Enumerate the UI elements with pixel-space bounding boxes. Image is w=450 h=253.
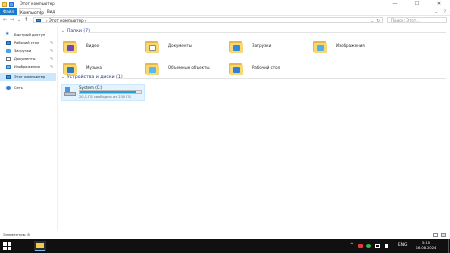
navigation-pane: ★ Быстрый доступ Рабочий стол ✎ Загрузки… bbox=[0, 28, 56, 228]
help-button[interactable]: ? bbox=[444, 9, 446, 14]
sidebar-item-downloads[interactable]: Загрузки ✎ bbox=[0, 47, 56, 55]
sidebar-item-label: Документы bbox=[14, 57, 36, 61]
3d-objects-folder-icon bbox=[144, 60, 162, 76]
sidebar-item-label: Изображения bbox=[14, 65, 40, 69]
volume-tray-icon[interactable] bbox=[385, 244, 390, 248]
folder-label: Документы bbox=[168, 43, 192, 48]
drive-usage-bar bbox=[79, 90, 142, 94]
network-icon bbox=[6, 86, 11, 90]
pictures-folder-icon bbox=[312, 38, 330, 54]
sidebar-item-quick-access[interactable]: ★ Быстрый доступ bbox=[0, 31, 56, 39]
address-bar-row: ← → ⌄ ↑ › Этот компьютер › ⌄ ↻ Поиск: Эт… bbox=[0, 16, 450, 24]
window-title: Этот компьютер bbox=[20, 1, 55, 6]
group-header-folders[interactable]: ⌄ Папки (7) bbox=[61, 28, 90, 35]
network-tray-icon[interactable] bbox=[375, 244, 380, 248]
up-button[interactable]: ↑ bbox=[24, 16, 28, 24]
videos-folder-icon bbox=[62, 38, 80, 54]
green-app-tray-icon[interactable] bbox=[366, 244, 371, 248]
sidebar-item-label: Сеть bbox=[14, 86, 23, 90]
tiles-view-icon[interactable] bbox=[441, 233, 446, 237]
folder-item-pictures[interactable]: Изображения bbox=[312, 36, 392, 58]
taskbar: ^ ENG 5:10 16.08.2024 bbox=[0, 239, 450, 253]
ribbon-expand-icon[interactable]: ⌄ bbox=[435, 9, 438, 14]
drive-usage-fill bbox=[80, 91, 136, 93]
chevron-down-icon: ⌄ bbox=[61, 29, 65, 34]
folder-label: Видео bbox=[86, 43, 100, 48]
content-pane: ⌄ Папки (7) Видео Документы Загрузки Изоб… bbox=[58, 26, 450, 231]
pin-icon: ✎ bbox=[50, 56, 54, 61]
pin-icon: ✎ bbox=[50, 40, 54, 45]
details-view-icon[interactable] bbox=[433, 233, 438, 237]
explorer-icon[interactable] bbox=[34, 241, 46, 251]
folder-label: Музыка bbox=[86, 65, 102, 70]
computer-icon bbox=[6, 75, 11, 79]
forward-button[interactable]: → bbox=[10, 16, 14, 24]
windows-start-icon[interactable] bbox=[3, 242, 11, 250]
sidebar-item-label: Быстрый доступ bbox=[14, 33, 46, 37]
folder-item-desktop[interactable]: Рабочий стол bbox=[228, 58, 308, 80]
address-path: › Этот компьютер › bbox=[46, 18, 87, 23]
tray-overflow-button[interactable]: ^ bbox=[350, 239, 354, 253]
folder-label: Изображения bbox=[336, 43, 365, 48]
documents-icon bbox=[6, 57, 11, 61]
group-header-devices[interactable]: ⌄ Устройства и диски (1) bbox=[61, 74, 123, 81]
item-count: Элементов: 8 bbox=[3, 232, 30, 237]
taskbar-clock[interactable]: 5:10 16.08.2024 bbox=[412, 241, 440, 251]
tab-computer[interactable]: Компьютер bbox=[19, 8, 44, 15]
star-icon: ★ bbox=[5, 31, 10, 37]
desktop-icon bbox=[6, 41, 11, 45]
maximize-button[interactable]: ☐ bbox=[406, 0, 428, 8]
chevron-down-icon: ⌄ bbox=[61, 75, 65, 80]
sidebar-item-this-pc[interactable]: Этот компьютер bbox=[0, 73, 56, 81]
address-path-box[interactable]: › Этот компьютер › ⌄ ↻ bbox=[33, 17, 383, 23]
tab-view[interactable]: Вид bbox=[44, 8, 58, 15]
folder-item-3d-objects[interactable]: Объемные объекты bbox=[144, 58, 224, 80]
folder-label: Загрузки bbox=[252, 43, 272, 48]
red-app-tray-icon[interactable] bbox=[358, 244, 363, 248]
pin-icon: ✎ bbox=[50, 48, 54, 53]
quick-access-toolbar bbox=[2, 1, 14, 7]
sidebar-item-label: Рабочий стол bbox=[14, 41, 40, 45]
sidebar-item-network[interactable]: Сеть bbox=[0, 84, 56, 92]
pictures-icon bbox=[6, 65, 11, 69]
documents-folder-icon bbox=[144, 38, 162, 54]
address-dropdown-button[interactable]: ⌄ bbox=[371, 18, 374, 23]
folder-item-videos[interactable]: Видео bbox=[62, 36, 142, 58]
drive-item-c[interactable]: System (C:) 20,1 ГБ свободно из 230 ГБ bbox=[61, 84, 145, 101]
sidebar-item-label: Загрузки bbox=[14, 49, 32, 53]
group-divider bbox=[88, 32, 446, 33]
quick-access-folder-icon[interactable] bbox=[2, 1, 7, 7]
tab-file[interactable]: Файл bbox=[0, 8, 17, 15]
search-input[interactable]: Поиск: Этот... bbox=[387, 17, 447, 23]
ribbon: Файл Компьютер Вид ⌄ ? bbox=[0, 8, 450, 16]
quick-access-properties-icon[interactable] bbox=[9, 1, 14, 7]
group-divider bbox=[116, 78, 446, 79]
folder-label: Объемные объекты bbox=[168, 65, 210, 70]
folder-item-documents[interactable]: Документы bbox=[144, 36, 224, 58]
sidebar-item-documents[interactable]: Документы ✎ bbox=[0, 55, 56, 63]
downloads-folder-icon bbox=[228, 38, 246, 54]
sidebar-item-label: Этот компьютер bbox=[14, 75, 46, 79]
desktop-folder-icon bbox=[228, 60, 246, 76]
pin-icon: ✎ bbox=[50, 64, 54, 69]
title-bar: Этот компьютер — ☐ ✕ bbox=[0, 0, 450, 8]
downloads-icon bbox=[6, 49, 11, 53]
folder-label: Рабочий стол bbox=[252, 65, 281, 70]
status-bar: Элементов: 8 bbox=[0, 231, 450, 239]
language-indicator[interactable]: ENG bbox=[398, 239, 407, 253]
recent-locations-button[interactable]: ⌄ bbox=[17, 16, 21, 24]
sidebar-item-desktop[interactable]: Рабочий стол ✎ bbox=[0, 39, 56, 47]
drive-icon bbox=[64, 87, 76, 98]
computer-icon bbox=[36, 19, 41, 22]
sidebar-item-pictures[interactable]: Изображения ✎ bbox=[0, 63, 56, 71]
clock-date: 16.08.2024 bbox=[415, 246, 437, 250]
back-button[interactable]: ← bbox=[3, 16, 7, 24]
drive-free-space: 20,1 ГБ свободно из 230 ГБ bbox=[79, 95, 131, 99]
minimize-button[interactable]: — bbox=[384, 0, 406, 8]
folder-item-downloads[interactable]: Загрузки bbox=[228, 36, 308, 58]
close-button[interactable]: ✕ bbox=[428, 0, 450, 8]
window-controls: — ☐ ✕ bbox=[384, 0, 450, 8]
refresh-button[interactable]: ↻ bbox=[377, 18, 380, 23]
